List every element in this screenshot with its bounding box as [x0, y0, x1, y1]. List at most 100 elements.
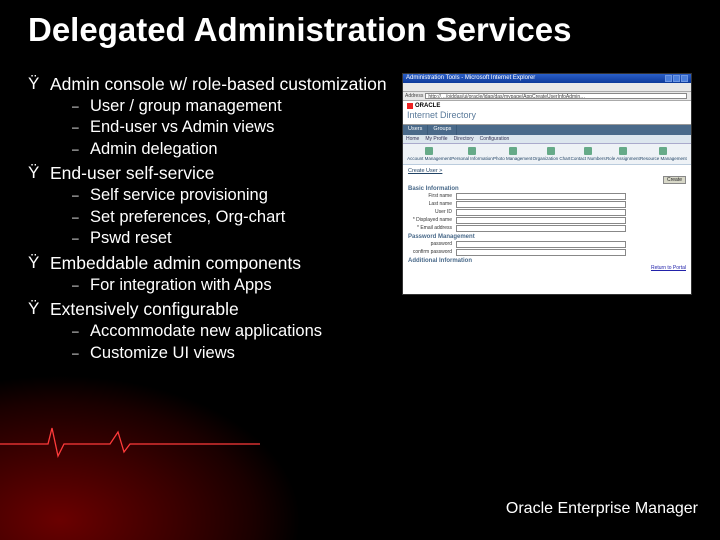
- logo-icon: [407, 103, 413, 109]
- iconrow-item: Resource Management: [640, 147, 687, 161]
- form-row: confirm password: [408, 249, 686, 256]
- minimize-icon: [665, 75, 672, 82]
- dash-glyph: –: [72, 228, 90, 249]
- nav-icon: [619, 147, 627, 155]
- nav-icon: [425, 147, 433, 155]
- subnav-item: Home: [406, 136, 419, 142]
- subbullet-text: Pswd reset: [90, 228, 172, 249]
- dash-glyph: –: [72, 207, 90, 228]
- iconrow-item: Photo Management: [493, 147, 532, 161]
- field-label: User ID: [408, 209, 456, 215]
- create-button: Create: [663, 176, 686, 184]
- subbullet-text: Self service provisioning: [90, 185, 268, 206]
- text-input: [456, 201, 626, 208]
- logo-text: ORACLE: [415, 103, 440, 109]
- tab: Groups: [428, 125, 457, 135]
- section-password: Password Management: [408, 234, 686, 240]
- field-label: password: [408, 241, 456, 247]
- bullet-glyph: Ÿ: [28, 162, 50, 185]
- field-label: confirm password: [408, 249, 456, 255]
- subbullet-text: Customize UI views: [90, 343, 235, 364]
- dash-glyph: –: [72, 275, 90, 296]
- bullet-level2: –For integration with Apps: [72, 275, 390, 296]
- subnav-item: Configuration: [480, 136, 510, 142]
- section-basic: Basic Information: [408, 186, 686, 192]
- subbullet-text: User / group management: [90, 96, 282, 117]
- dash-glyph: –: [72, 96, 90, 117]
- embedded-screenshot: Administration Tools - Microsoft Interne…: [402, 73, 692, 295]
- text-input: [456, 209, 626, 216]
- iconrow-item: Account Management: [407, 147, 451, 161]
- nav-icon: [547, 147, 555, 155]
- address-bar: Address http://…/oiddas/ui/oracle/ldap/d…: [403, 92, 691, 101]
- field-label: Last name: [408, 201, 456, 207]
- slide-title: Delegated Administration Services: [28, 12, 692, 49]
- dash-glyph: –: [72, 321, 90, 342]
- bullet-level2: –Pswd reset: [72, 228, 390, 249]
- nav-icon: [509, 147, 517, 155]
- bullet-text: Extensively configurable: [50, 298, 390, 321]
- text-input: [456, 217, 626, 224]
- form-row: Last name: [408, 201, 686, 208]
- subbullet-text: For integration with Apps: [90, 275, 272, 296]
- tab-bar: UsersGroups: [403, 125, 691, 135]
- bullet-level2: –Admin delegation: [72, 139, 390, 160]
- address-field: http://…/oiddas/ui/oracle/ldap/das/mypag…: [425, 93, 687, 99]
- address-label: Address: [405, 93, 423, 99]
- iconrow-item: Role Assignment: [606, 147, 640, 161]
- text-input: [456, 241, 626, 248]
- dash-glyph: –: [72, 139, 90, 160]
- bullet-level2: –Accommodate new applications: [72, 321, 390, 342]
- sub-nav: Home My Profile Directory Configuration: [403, 135, 691, 144]
- return-link: Return to Portal: [651, 265, 686, 271]
- bullet-level2: –Self service provisioning: [72, 185, 390, 206]
- app-header: ORACLE Internet Directory: [403, 101, 691, 125]
- bullet-text: Admin console w/ role-based customizatio…: [50, 73, 390, 96]
- subnav-item: Directory: [454, 136, 474, 142]
- bullet-level2: –Set preferences, Org-chart: [72, 207, 390, 228]
- bullet-text: End-user self-service: [50, 162, 390, 185]
- text-input: [456, 225, 626, 232]
- iconrow-item: Contact Numbers: [571, 147, 606, 161]
- bullet-glyph: Ÿ: [28, 73, 50, 96]
- section-additional: Additional Information: [408, 258, 686, 264]
- bullet-level2: –End-user vs Admin views: [72, 117, 390, 138]
- subbullet-text: Set preferences, Org-chart: [90, 207, 285, 228]
- icon-row: Account ManagementPersonal InformationPh…: [403, 144, 691, 165]
- footer-text: Oracle Enterprise Manager: [506, 500, 698, 518]
- form-row: User ID: [408, 209, 686, 216]
- bullet-text: Embeddable admin components: [50, 252, 390, 275]
- bullet-level1: ŸExtensively configurable: [28, 298, 390, 321]
- app-body: Create User > Create Basic Information F…: [403, 165, 691, 294]
- nav-icon: [659, 147, 667, 155]
- tab: Users: [403, 125, 428, 135]
- dash-glyph: –: [72, 117, 90, 138]
- form-row: * Email address: [408, 225, 686, 232]
- form-row: password: [408, 241, 686, 248]
- field-label: First name: [408, 193, 456, 199]
- dash-glyph: –: [72, 185, 90, 206]
- close-icon: [681, 75, 688, 82]
- browser-toolbar: [403, 83, 691, 92]
- nav-icon: [584, 147, 592, 155]
- subbullet-text: Admin delegation: [90, 139, 218, 160]
- logo: ORACLE: [407, 103, 687, 109]
- subnav-item: My Profile: [425, 136, 447, 142]
- bullet-level2: –Customize UI views: [72, 343, 390, 364]
- bullet-level1: ŸEmbeddable admin components: [28, 252, 390, 275]
- iconrow-item: Personal Information: [451, 147, 493, 161]
- bullet-glyph: Ÿ: [28, 252, 50, 275]
- nav-icon: [468, 147, 476, 155]
- iconrow-item: Organization Chart: [533, 147, 571, 161]
- bullet-level2: –User / group management: [72, 96, 390, 117]
- field-label: * Displayed name: [408, 217, 456, 223]
- bullet-level1: ŸEnd-user self-service: [28, 162, 390, 185]
- bullet-list: ŸAdmin console w/ role-based customizati…: [28, 71, 390, 364]
- window-buttons: [665, 75, 688, 82]
- product-name: Internet Directory: [407, 110, 687, 120]
- window-titlebar: Administration Tools - Microsoft Interne…: [403, 74, 691, 83]
- form-row: First name: [408, 193, 686, 200]
- maximize-icon: [673, 75, 680, 82]
- bullet-glyph: Ÿ: [28, 298, 50, 321]
- subbullet-text: End-user vs Admin views: [90, 117, 274, 138]
